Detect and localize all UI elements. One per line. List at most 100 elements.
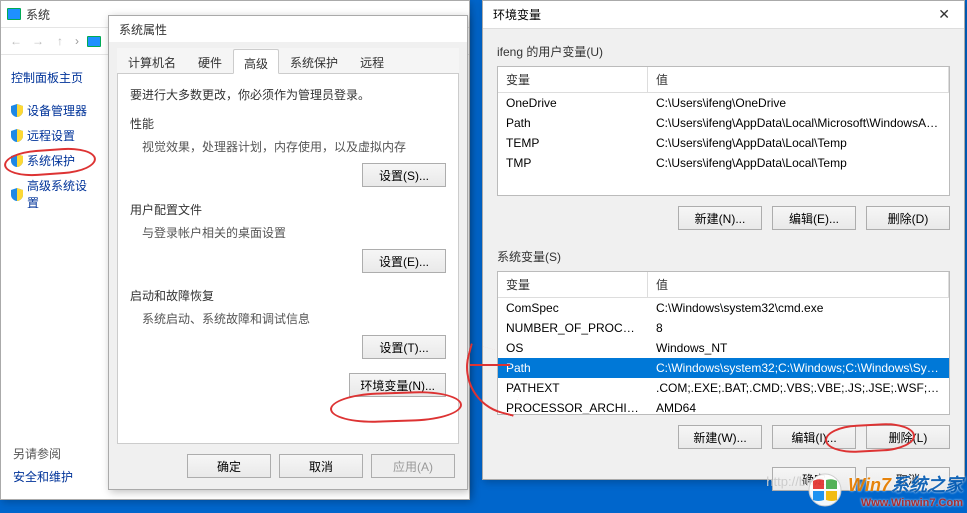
cell-name: PATHEXT bbox=[498, 378, 648, 398]
nav-back-icon[interactable]: ← bbox=[9, 34, 23, 48]
cancel-button[interactable]: 取消 bbox=[279, 454, 363, 478]
advanced-tab-body: 要进行大多数更改，你必须作为管理员登录。 性能 视觉效果，处理器计划，内存使用，… bbox=[117, 74, 459, 444]
table-row[interactable]: PathC:\Windows\system32;C:\Windows;C:\Wi… bbox=[498, 358, 949, 378]
group-performance: 性能 视觉效果，处理器计划，内存使用，以及虚拟内存 设置(S)... bbox=[130, 115, 446, 187]
admin-hint: 要进行大多数更改，你必须作为管理员登录。 bbox=[130, 86, 446, 103]
nav-forward-icon[interactable]: → bbox=[31, 34, 45, 48]
sidebar-item-remote[interactable]: 远程设置 bbox=[11, 123, 95, 148]
system-properties-title: 系统属性 bbox=[109, 16, 467, 42]
user-vars-label: ifeng 的用户变量(U) bbox=[497, 43, 950, 60]
sys-new-button[interactable]: 新建(W)... bbox=[678, 425, 762, 449]
user-new-button[interactable]: 新建(N)... bbox=[678, 206, 762, 230]
tab-advanced[interactable]: 高级 bbox=[233, 49, 279, 74]
col-name[interactable]: 变量 bbox=[498, 67, 648, 92]
cell-value: C:\Users\ifeng\AppData\Local\Microsoft\W… bbox=[648, 113, 949, 133]
col-value[interactable]: 值 bbox=[648, 67, 949, 92]
table-row[interactable]: PathC:\Users\ifeng\AppData\Local\Microso… bbox=[498, 113, 949, 133]
tab-protection[interactable]: 系统保护 bbox=[279, 48, 349, 73]
user-edit-button[interactable]: 编辑(E)... bbox=[772, 206, 856, 230]
group-desc: 系统启动、系统故障和调试信息 bbox=[130, 310, 446, 327]
env-titlebar: 环境变量 ✕ bbox=[483, 1, 964, 29]
shield-icon bbox=[11, 129, 23, 142]
sidebar-see-also: 另请参阅 安全和维护 bbox=[13, 445, 73, 485]
sidebar-heading[interactable]: 控制面板主页 bbox=[11, 69, 95, 86]
shield-icon bbox=[11, 154, 23, 167]
table-row[interactable]: ComSpecC:\Windows\system32\cmd.exe bbox=[498, 298, 949, 318]
see-also-link[interactable]: 安全和维护 bbox=[13, 468, 73, 485]
sidebar: 控制面板主页 设备管理器 远程设置 系统保护 高级系统设置 bbox=[1, 55, 105, 499]
cell-name: NUMBER_OF_PROCESSORS bbox=[498, 318, 648, 338]
see-also-heading: 另请参阅 bbox=[13, 445, 73, 462]
table-row[interactable]: TEMPC:\Users\ifeng\AppData\Local\Temp bbox=[498, 133, 949, 153]
env-vars-button[interactable]: 环境变量(N)... bbox=[349, 373, 446, 397]
cell-value: AMD64 bbox=[648, 398, 949, 415]
cell-name: TEMP bbox=[498, 133, 648, 153]
settings-perf-button[interactable]: 设置(S)... bbox=[362, 163, 446, 187]
close-icon[interactable]: ✕ bbox=[934, 6, 954, 23]
cell-value: .COM;.EXE;.BAT;.CMD;.VBS;.VBE;.JS;.JSE;.… bbox=[648, 378, 949, 398]
system-properties-dialog: 系统属性 计算机名 硬件 高级 系统保护 远程 要进行大多数更改，你必须作为管理… bbox=[108, 15, 468, 490]
dialog-footer: 确定 取消 应用(A) bbox=[109, 444, 467, 488]
group-title: 用户配置文件 bbox=[130, 201, 446, 218]
sys-btn-bar: 新建(W)... 编辑(I)... 删除(L) bbox=[497, 425, 950, 449]
group-title: 性能 bbox=[130, 115, 446, 132]
cell-name: OS bbox=[498, 338, 648, 358]
user-delete-button[interactable]: 删除(D) bbox=[866, 206, 950, 230]
table-row[interactable]: PROCESSOR_ARCHITECT...AMD64 bbox=[498, 398, 949, 415]
sidebar-item-label: 远程设置 bbox=[27, 127, 75, 144]
cell-value: Windows_NT bbox=[648, 338, 949, 358]
cell-name: Path bbox=[498, 113, 648, 133]
cell-value: 8 bbox=[648, 318, 949, 338]
cell-value: C:\Users\ifeng\AppData\Local\Temp bbox=[648, 133, 949, 153]
group-desc: 与登录帐户相关的桌面设置 bbox=[130, 224, 446, 241]
group-desc: 视觉效果，处理器计划，内存使用，以及虚拟内存 bbox=[130, 138, 446, 155]
cell-name: OneDrive bbox=[498, 93, 648, 113]
group-title: 启动和故障恢复 bbox=[130, 287, 446, 304]
shield-icon bbox=[11, 188, 23, 201]
apply-button: 应用(A) bbox=[371, 454, 455, 478]
ok-button[interactable]: 确定 bbox=[187, 454, 271, 478]
cell-name: PROCESSOR_ARCHITECT... bbox=[498, 398, 648, 415]
list-header: 变量 值 bbox=[498, 67, 949, 93]
nav-up-icon[interactable]: ↑ bbox=[53, 34, 67, 48]
cell-value: C:\Windows\system32\cmd.exe bbox=[648, 298, 949, 318]
sidebar-item-advanced[interactable]: 高级系统设置 bbox=[11, 173, 95, 215]
env-ok-button[interactable]: 确定 bbox=[772, 467, 856, 491]
table-row[interactable]: PATHEXT.COM;.EXE;.BAT;.CMD;.VBS;.VBE;.JS… bbox=[498, 378, 949, 398]
table-row[interactable]: TMPC:\Users\ifeng\AppData\Local\Temp bbox=[498, 153, 949, 173]
cell-name: Path bbox=[498, 358, 648, 378]
monitor-icon bbox=[7, 8, 21, 20]
tab-remote[interactable]: 远程 bbox=[349, 48, 395, 73]
sidebar-item-device-manager[interactable]: 设备管理器 bbox=[11, 98, 95, 123]
sidebar-item-label: 高级系统设置 bbox=[27, 177, 95, 211]
sidebar-item-protection[interactable]: 系统保护 bbox=[11, 148, 95, 173]
sidebar-item-label: 设备管理器 bbox=[27, 102, 87, 119]
settings-startup-button[interactable]: 设置(T)... bbox=[362, 335, 446, 359]
cell-value: C:\Users\ifeng\OneDrive bbox=[648, 93, 949, 113]
col-name[interactable]: 变量 bbox=[498, 272, 648, 297]
cell-name: TMP bbox=[498, 153, 648, 173]
table-row[interactable]: NUMBER_OF_PROCESSORS8 bbox=[498, 318, 949, 338]
group-startup: 启动和故障恢复 系统启动、系统故障和调试信息 设置(T)... bbox=[130, 287, 446, 359]
sys-vars-label: 系统变量(S) bbox=[497, 248, 950, 265]
settings-profile-button[interactable]: 设置(E)... bbox=[362, 249, 446, 273]
user-btn-bar: 新建(N)... 编辑(E)... 删除(D) bbox=[497, 206, 950, 230]
cell-value: C:\Users\ifeng\AppData\Local\Temp bbox=[648, 153, 949, 173]
cell-value: C:\Windows\system32;C:\Windows;C:\Window… bbox=[648, 358, 949, 378]
sys-edit-button[interactable]: 编辑(I)... bbox=[772, 425, 856, 449]
tabs: 计算机名 硬件 高级 系统保护 远程 bbox=[117, 48, 459, 74]
col-value[interactable]: 值 bbox=[648, 272, 949, 297]
group-profile: 用户配置文件 与登录帐户相关的桌面设置 设置(E)... bbox=[130, 201, 446, 273]
system-settings-title: 系统 bbox=[26, 6, 50, 23]
table-row[interactable]: OSWindows_NT bbox=[498, 338, 949, 358]
tab-computer-name[interactable]: 计算机名 bbox=[117, 48, 187, 73]
sys-vars-list[interactable]: 变量 值 ComSpecC:\Windows\system32\cmd.exeN… bbox=[497, 271, 950, 415]
user-vars-list[interactable]: 变量 值 OneDriveC:\Users\ifeng\OneDrivePath… bbox=[497, 66, 950, 196]
sidebar-item-label: 系统保护 bbox=[27, 152, 75, 169]
env-footer: 确定 取消 bbox=[483, 461, 964, 501]
sys-delete-button[interactable]: 删除(L) bbox=[866, 425, 950, 449]
tab-hardware[interactable]: 硬件 bbox=[187, 48, 233, 73]
env-title: 环境变量 bbox=[493, 6, 541, 23]
env-cancel-button[interactable]: 取消 bbox=[866, 467, 950, 491]
table-row[interactable]: OneDriveC:\Users\ifeng\OneDrive bbox=[498, 93, 949, 113]
